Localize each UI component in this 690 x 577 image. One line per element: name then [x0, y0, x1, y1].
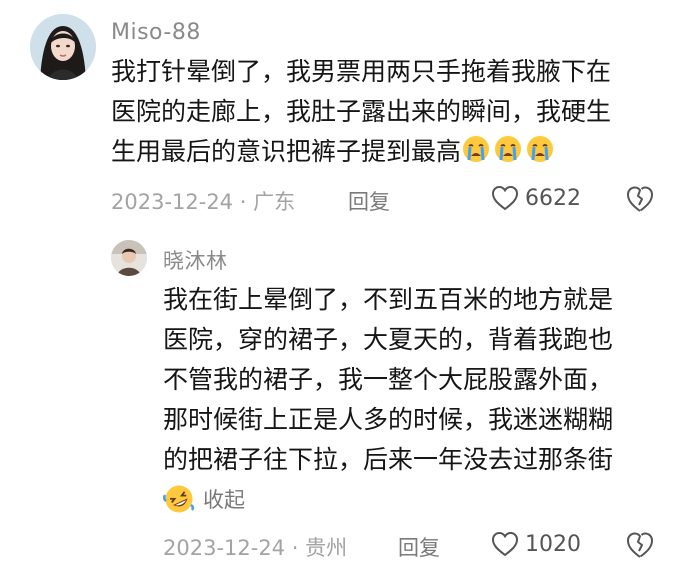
broken-heart-icon: [625, 530, 655, 560]
comment-text: 我打针晕倒了，我男票用两只手拖着我腋下在 医院的走廊上，我肚子露出来的瞬间，我硬…: [111, 52, 671, 172]
dislike-button[interactable]: [625, 184, 655, 214]
comment-text-line: 我打针晕倒了，我男票用两只手拖着我腋下在: [111, 57, 612, 86]
reply-dislike-button[interactable]: [625, 530, 655, 560]
collapse-label: 收起: [203, 488, 245, 512]
broken-heart-icon: [625, 184, 655, 214]
meta-separator: ·: [291, 536, 299, 560]
comment-location: 广东: [253, 190, 296, 214]
reply-username[interactable]: 晓沐林: [163, 245, 228, 275]
reply-location: 贵州: [305, 536, 348, 560]
reply-date: 2023-12-24: [163, 536, 286, 560]
rolling-laughing-face-icon: [163, 483, 195, 515]
reply-meta: 2023-12-24 · 贵州: [163, 532, 347, 562]
reply-button[interactable]: 回复: [348, 186, 390, 216]
crying-face-icon: [461, 134, 491, 164]
crying-face-icon: [493, 134, 523, 164]
comment-date: 2023-12-24: [111, 190, 234, 214]
reply-text-line: 医院，穿的裙子，大夏天的，背着我跑也: [163, 325, 614, 354]
collapse-button[interactable]: 收起: [163, 483, 245, 515]
reply-like-button[interactable]: 1020: [491, 531, 581, 557]
reply-avatar-image: [111, 240, 147, 276]
comment-username[interactable]: Miso-88: [111, 20, 201, 45]
user-avatar-image: [30, 14, 96, 80]
reply-reply-button[interactable]: 回复: [398, 532, 440, 562]
reply-text-line: 我在街上晕倒了，不到五百米的地方就是: [163, 285, 614, 314]
reply-like-count: 1020: [525, 531, 581, 557]
meta-separator: ·: [239, 190, 247, 214]
reply-text-line: 不管我的裙子，我一整个大屁股露外面，: [163, 365, 614, 394]
avatar[interactable]: [30, 14, 96, 80]
like-button[interactable]: 6622: [491, 185, 581, 211]
reply-text-line: 那时候街上正是人多的时候，我迷迷糊糊: [163, 405, 614, 434]
reply-text: 我在街上晕倒了，不到五百米的地方就是 医院，穿的裙子，大夏天的，背着我跑也 不管…: [163, 280, 683, 480]
crying-face-icon: [525, 134, 555, 164]
comment-text-line: 生用最后的意识把裤子提到最高: [111, 137, 462, 166]
comment-text-line: 医院的走廊上，我肚子露出来的瞬间，我硬生: [111, 97, 612, 126]
like-count: 6622: [525, 185, 581, 211]
comment-meta: 2023-12-24 · 广东: [111, 186, 295, 216]
reply-avatar[interactable]: [111, 240, 147, 276]
reply-text-line: 的把裙子往下拉，后来一年没去过那条街: [163, 445, 614, 474]
heart-icon: [491, 185, 519, 211]
heart-icon: [491, 531, 519, 557]
